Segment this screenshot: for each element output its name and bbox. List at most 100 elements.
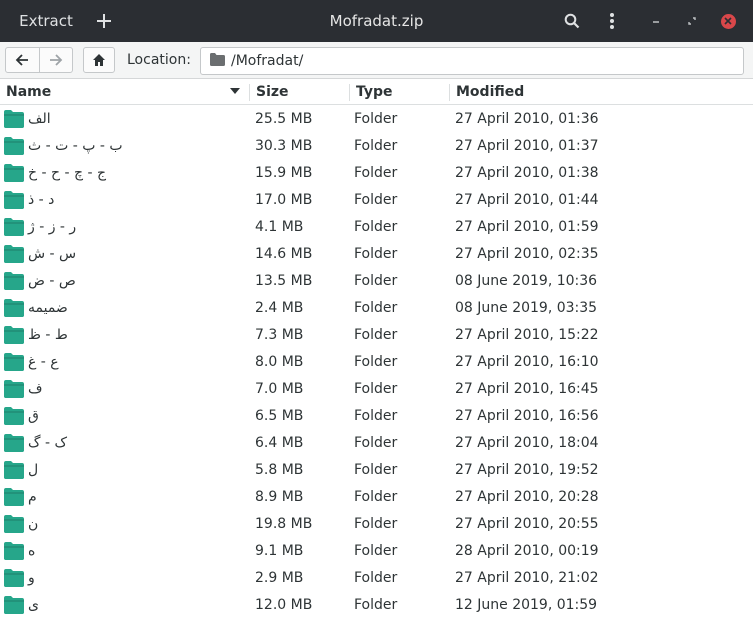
table-row[interactable]: ب - پ - ت - ث 30.3 MB Folder 27 April 2010,… bbox=[0, 133, 753, 160]
file-name: ب - پ - ت - ث bbox=[28, 138, 123, 154]
file-name: ه bbox=[28, 543, 36, 559]
folder-icon bbox=[4, 434, 24, 456]
file-size: 4.1 MB bbox=[255, 219, 304, 235]
file-size: 17.0 MB bbox=[255, 192, 313, 208]
column-header-size[interactable]: Size bbox=[256, 84, 289, 100]
table-row[interactable]: ل 5.8 MB Folder 27 April 2010, 19:52 bbox=[0, 457, 753, 484]
file-type: Folder bbox=[354, 354, 398, 370]
file-size: 5.8 MB bbox=[255, 462, 304, 478]
file-modified: 27 April 2010, 02:35 bbox=[455, 246, 599, 262]
file-size: 8.0 MB bbox=[255, 354, 304, 370]
file-modified: 27 April 2010, 18:04 bbox=[455, 435, 599, 451]
file-size: 8.9 MB bbox=[255, 489, 304, 505]
kebab-menu-icon[interactable] bbox=[600, 0, 624, 42]
column-header-modified[interactable]: Modified bbox=[456, 84, 524, 100]
folder-icon bbox=[4, 137, 24, 159]
file-type: Folder bbox=[354, 327, 398, 343]
file-name: ر - ز - ژ bbox=[28, 219, 77, 235]
table-row[interactable]: ه 9.1 MB Folder 28 April 2010, 00:19 bbox=[0, 538, 753, 565]
table-row[interactable]: ص - ض 13.5 MB Folder 08 June 2019, 10:36 bbox=[0, 268, 753, 295]
file-name: ل bbox=[28, 462, 39, 478]
file-type: Folder bbox=[354, 273, 398, 289]
folder-icon bbox=[4, 488, 24, 510]
file-size: 2.4 MB bbox=[255, 300, 304, 316]
location-toolbar: Location: /Mofradat/ bbox=[0, 42, 753, 79]
table-row[interactable]: ج - چ - ح - خ 15.9 MB Folder 27 April 2010,… bbox=[0, 160, 753, 187]
column-header-name[interactable]: Name bbox=[6, 84, 51, 100]
file-name: ص - ض bbox=[28, 273, 76, 289]
file-name: د - ذ bbox=[28, 192, 55, 208]
close-circle bbox=[720, 13, 736, 29]
table-row[interactable]: و 2.9 MB Folder 27 April 2010, 21:02 bbox=[0, 565, 753, 592]
file-type: Folder bbox=[354, 165, 398, 181]
file-name: ن bbox=[28, 516, 39, 532]
file-name: ک - گ bbox=[28, 435, 68, 451]
file-type: Folder bbox=[354, 138, 398, 154]
file-modified: 27 April 2010, 01:38 bbox=[455, 165, 599, 181]
table-row[interactable]: س - ش 14.6 MB Folder 27 April 2010, 02:35 bbox=[0, 241, 753, 268]
folder-icon bbox=[4, 596, 24, 618]
file-modified: 08 June 2019, 03:35 bbox=[455, 300, 598, 316]
table-row[interactable]: ع - غ 8.0 MB Folder 27 April 2010, 16:10 bbox=[0, 349, 753, 376]
sort-descending-icon[interactable] bbox=[230, 86, 240, 97]
file-name: ف bbox=[28, 381, 43, 397]
table-row[interactable]: ق 6.5 MB Folder 27 April 2010, 16:56 bbox=[0, 403, 753, 430]
file-size: 19.8 MB bbox=[255, 516, 313, 532]
column-headers: Name Size Type Modified bbox=[0, 80, 753, 105]
extract-button[interactable]: Extract bbox=[10, 0, 82, 42]
location-value: /Mofradat/ bbox=[231, 53, 304, 69]
file-size: 9.1 MB bbox=[255, 543, 304, 559]
file-type: Folder bbox=[354, 462, 398, 478]
maximize-icon[interactable] bbox=[680, 0, 704, 42]
table-row[interactable]: م 8.9 MB Folder 27 April 2010, 20:28 bbox=[0, 484, 753, 511]
file-type: Folder bbox=[354, 435, 398, 451]
arrow-left-icon[interactable] bbox=[6, 48, 39, 72]
table-row[interactable]: ن 19.8 MB Folder 27 April 2010, 20:55 bbox=[0, 511, 753, 538]
file-type: Folder bbox=[354, 570, 398, 586]
table-row[interactable]: ک - گ 6.4 MB Folder 27 April 2010, 18:04 bbox=[0, 430, 753, 457]
column-separator[interactable] bbox=[249, 84, 250, 101]
home-icon[interactable] bbox=[83, 47, 115, 73]
header-bar: Extract Mofradat.zip bbox=[0, 0, 753, 42]
file-modified: 27 April 2010, 16:45 bbox=[455, 381, 599, 397]
file-size: 2.9 MB bbox=[255, 570, 304, 586]
location-field[interactable]: /Mofradat/ bbox=[200, 47, 744, 75]
column-header-type[interactable]: Type bbox=[356, 84, 393, 100]
folder-icon bbox=[4, 191, 24, 213]
folder-icon bbox=[4, 542, 24, 564]
folder-icon bbox=[4, 407, 24, 429]
file-name: ع - غ bbox=[28, 354, 59, 370]
column-separator[interactable] bbox=[449, 84, 450, 101]
file-size: 7.0 MB bbox=[255, 381, 304, 397]
folder-icon bbox=[4, 326, 24, 348]
column-separator[interactable] bbox=[349, 84, 350, 101]
table-row[interactable]: ضمیمه 2.4 MB Folder 08 June 2019, 03:35 bbox=[0, 295, 753, 322]
file-size: 13.5 MB bbox=[255, 273, 313, 289]
file-modified: 27 April 2010, 01:59 bbox=[455, 219, 599, 235]
folder-icon bbox=[4, 515, 24, 537]
arrow-right-icon[interactable] bbox=[38, 48, 73, 72]
file-name: م bbox=[28, 489, 37, 505]
folder-icon bbox=[4, 272, 24, 294]
folder-icon bbox=[4, 380, 24, 402]
plus-icon[interactable] bbox=[92, 0, 116, 42]
file-modified: 27 April 2010, 01:37 bbox=[455, 138, 599, 154]
file-size: 7.3 MB bbox=[255, 327, 304, 343]
table-row[interactable]: ی 12.0 MB Folder 12 June 2019, 01:59 bbox=[0, 592, 753, 619]
file-size: 15.9 MB bbox=[255, 165, 313, 181]
file-type: Folder bbox=[354, 516, 398, 532]
table-row[interactable]: د - ذ 17.0 MB Folder 27 April 2010, 01:44 bbox=[0, 187, 753, 214]
file-modified: 28 April 2010, 00:19 bbox=[455, 543, 599, 559]
close-icon[interactable] bbox=[716, 0, 740, 42]
file-name: الف bbox=[28, 111, 51, 127]
table-row[interactable]: ط - ظ 7.3 MB Folder 27 April 2010, 15:22 bbox=[0, 322, 753, 349]
file-modified: 27 April 2010, 01:36 bbox=[455, 111, 599, 127]
file-name: ق bbox=[28, 408, 39, 424]
file-list: الف 25.5 MB Folder 27 April 2010, 01:36 ب - … bbox=[0, 106, 753, 619]
file-name: و bbox=[28, 570, 35, 586]
table-row[interactable]: الف 25.5 MB Folder 27 April 2010, 01:36 bbox=[0, 106, 753, 133]
minimize-icon[interactable] bbox=[644, 0, 668, 42]
search-icon[interactable] bbox=[560, 0, 584, 42]
table-row[interactable]: ر - ز - ژ 4.1 MB Folder 27 April 2010, 01:5… bbox=[0, 214, 753, 241]
table-row[interactable]: ف 7.0 MB Folder 27 April 2010, 16:45 bbox=[0, 376, 753, 403]
